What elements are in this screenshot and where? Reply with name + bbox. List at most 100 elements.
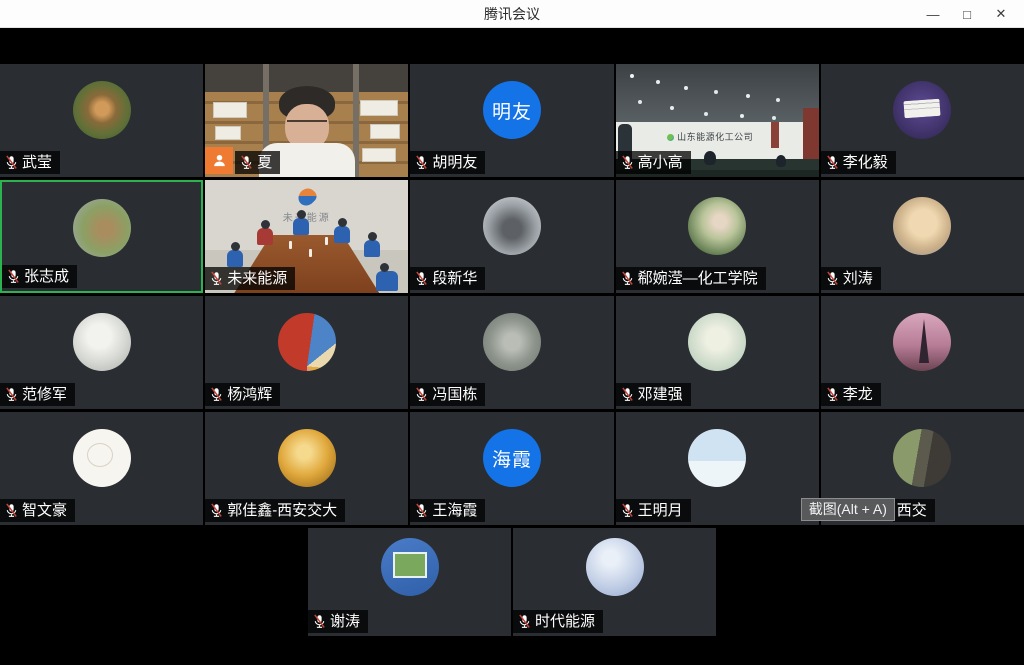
tile-yanghonghui[interactable]: 杨鸿辉 (205, 296, 408, 409)
tile-dengjianqiang[interactable]: 邓建强 (616, 296, 819, 409)
mic-muted-icon (414, 269, 429, 288)
avatar-colorful-fan (278, 313, 336, 371)
grid-row-2: 张志成 未来能源 未来能源 (0, 180, 1024, 293)
tile-liutao[interactable]: 刘涛 (821, 180, 1024, 293)
avatar-dog-photo (73, 81, 131, 139)
participant-name: 夏 (257, 153, 272, 172)
minimize-button[interactable]: — (916, 0, 950, 28)
participant-name: 武莹 (22, 153, 52, 172)
mic-muted-icon (825, 385, 840, 404)
name-label: 冯国栋 (410, 383, 485, 406)
tile-xijiao[interactable]: 截图(Alt + A) 西交 (821, 412, 1024, 525)
avatar-white-cartoon (73, 429, 131, 487)
tile-xietao[interactable]: 谢涛 (308, 528, 511, 636)
participant-name: 王明月 (638, 501, 683, 520)
name-label: 郭佳鑫-西安交大 (205, 499, 345, 522)
avatar-tower-night-photo (893, 313, 951, 371)
tile-shidainengyuan[interactable]: 时代能源 (513, 528, 716, 636)
mic-muted-icon (620, 269, 635, 288)
participant-name: 高小高 (638, 153, 683, 172)
mic-on-icon (825, 153, 840, 172)
mic-muted-icon (620, 501, 635, 520)
participant-name: 冯国栋 (432, 385, 477, 404)
company-drop-logo-icon (295, 185, 319, 209)
name-label: 张志成 (2, 265, 77, 288)
tile-duanxinhua[interactable]: 段新华 (410, 180, 613, 293)
tile-wuying[interactable]: 武莹 (0, 64, 203, 177)
avatar-initials-circle: 海霞 (483, 429, 541, 487)
participant-name: 郭佳鑫-西安交大 (227, 501, 337, 520)
name-label: 段新华 (410, 267, 485, 290)
avatar-cat-photo (893, 197, 951, 255)
participant-name: 郗婉滢—化工学院 (638, 269, 758, 288)
mic-muted-icon (620, 385, 635, 404)
avatar-landscape-painting (688, 313, 746, 371)
avatar-portrait-flowers (688, 197, 746, 255)
tile-fanxiujun[interactable]: 范修军 (0, 296, 203, 409)
avatar-statue-photo (73, 199, 131, 257)
tile-xia[interactable]: 夏 (205, 64, 408, 177)
grid-row-1: 武莹 夏 (0, 64, 1024, 177)
screenshot-shortcut-tooltip: 截图(Alt + A) (801, 498, 895, 521)
mic-muted-icon (517, 612, 532, 631)
avatar-golden-photo (278, 429, 336, 487)
name-label: 夏 (235, 151, 280, 174)
tile-guojiaxin[interactable]: 郭佳鑫-西安交大 (205, 412, 408, 525)
company-logo-icon (667, 134, 674, 141)
window-title: 腾讯会议 (0, 0, 1024, 28)
tile-weilainengyuan[interactable]: 未来能源 未来能源 (205, 180, 408, 293)
participant-name: 李化毅 (843, 153, 888, 172)
meeting-video-grid: 武莹 夏 (0, 28, 1024, 636)
close-button[interactable]: ✕ (984, 0, 1018, 28)
participant-name: 西交 (897, 501, 927, 520)
participant-name: 谢涛 (330, 612, 360, 631)
window-controls: — □ ✕ (916, 0, 1018, 28)
mic-muted-icon (209, 385, 224, 404)
avatar-building-photo (483, 313, 541, 371)
mic-on-icon (209, 269, 224, 288)
mic-speaking-icon (6, 267, 21, 286)
tile-zhiwenhao[interactable]: 智文豪 (0, 412, 203, 525)
participant-name: 王海霞 (432, 501, 477, 520)
name-label: 未来能源 (205, 267, 295, 290)
mic-on-icon (620, 153, 635, 172)
tile-wangmingyue[interactable]: 王明月 (616, 412, 819, 525)
tile-humingyou[interactable]: 明友 胡明友 (410, 64, 613, 177)
mic-muted-icon (414, 385, 429, 404)
avatar-beach-photo (688, 429, 746, 487)
name-label: 刘涛 (821, 267, 881, 290)
name-label: 时代能源 (513, 610, 603, 633)
tile-lilong[interactable]: 李龙 (821, 296, 1024, 409)
mic-muted-icon (209, 501, 224, 520)
title-bar: 腾讯会议 — □ ✕ (0, 0, 1024, 28)
name-label: 李化毅 (821, 151, 896, 174)
name-label: 王海霞 (410, 499, 485, 522)
name-label: 李龙 (821, 383, 881, 406)
maximize-button[interactable]: □ (950, 0, 984, 28)
mic-muted-icon (239, 153, 254, 172)
name-label-partially-covered: 西交 (893, 499, 935, 522)
tile-wanghaixia[interactable]: 海霞 王海霞 (410, 412, 613, 525)
avatar-moon-photo (586, 538, 644, 596)
mic-muted-icon (4, 501, 19, 520)
name-label: 武莹 (0, 151, 60, 174)
mic-muted-icon (312, 612, 327, 631)
tile-zhangzhicheng-active-speaker[interactable]: 张志成 (0, 180, 203, 293)
mic-muted-icon (414, 501, 429, 520)
participant-name: 时代能源 (535, 612, 595, 631)
participant-name: 段新华 (432, 269, 477, 288)
mic-muted-icon (414, 153, 429, 172)
tile-fengguodong[interactable]: 冯国栋 (410, 296, 613, 409)
participant-name: 未来能源 (227, 269, 287, 288)
tile-lihuayi[interactable]: 李化毅 (821, 64, 1024, 177)
grid-row-4: 智文豪 郭佳鑫-西安交大 海霞 王海霞 王明月 截图( (0, 412, 1024, 525)
name-label: 高小高 (616, 151, 691, 174)
name-label: 谢涛 (308, 610, 368, 633)
name-label: 智文豪 (0, 499, 75, 522)
tile-gaoxiaogao[interactable]: 山东能源化工公司 高小高 (616, 64, 819, 177)
mic-muted-icon (4, 385, 19, 404)
name-label: 范修军 (0, 383, 75, 406)
tile-xiwanying[interactable]: 郗婉滢—化工学院 (616, 180, 819, 293)
grid-row-3: 范修军 杨鸿辉 冯国栋 邓建强 (0, 296, 1024, 409)
avatar-building-photo (483, 197, 541, 255)
